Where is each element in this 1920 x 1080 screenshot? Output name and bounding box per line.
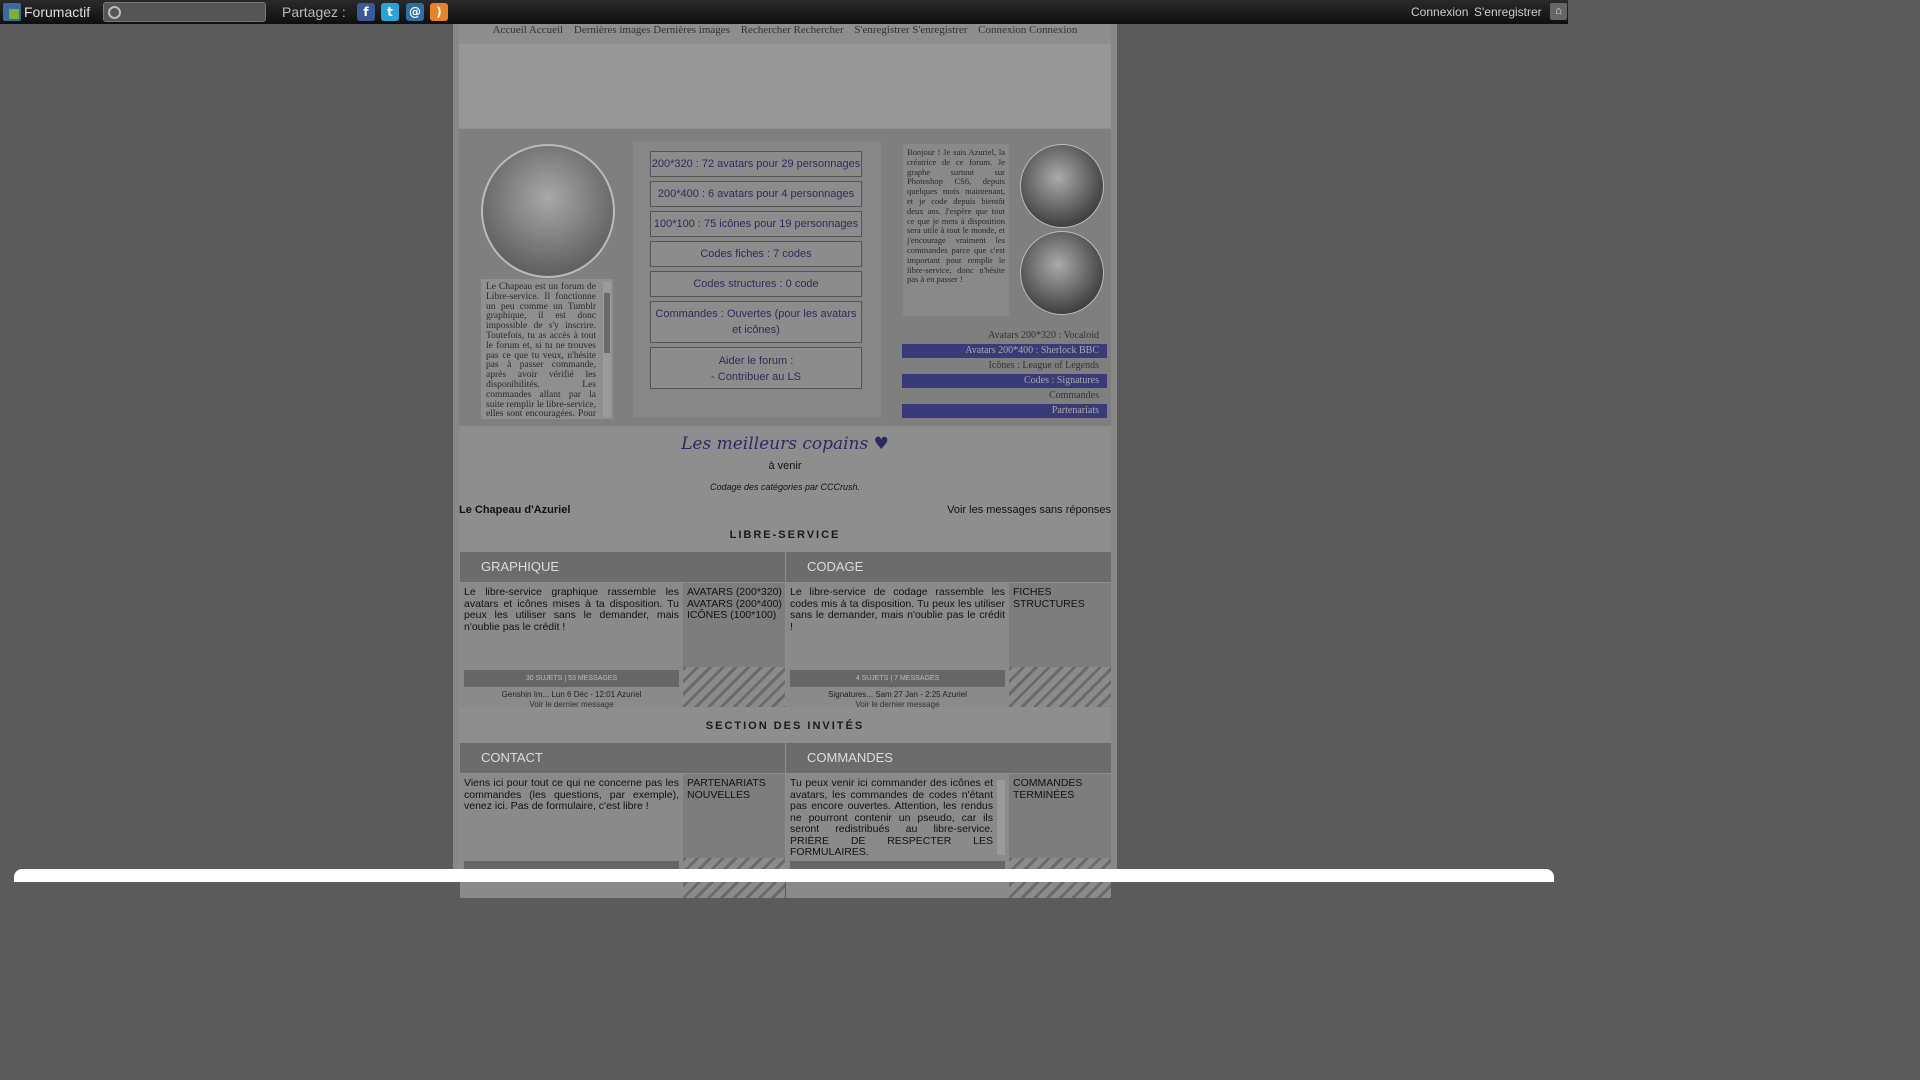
forum-title-link[interactable]: Le Chapeau d'Azuriel (459, 504, 570, 516)
forum-inner: Accueil Accueil Dernières images Dernièr… (459, 24, 1111, 898)
best-friends-coming: à venir (768, 460, 802, 472)
category-codage: CODAGE Le libre-service de codage rassem… (786, 552, 1111, 709)
catlink-commandes[interactable]: Commandes (902, 389, 1107, 403)
catlink-sherlock[interactable]: Avatars 200*400 : Sherlock BBC (902, 344, 1107, 358)
subforum-link[interactable]: TERMINÉES (1009, 789, 1111, 802)
forumactif-toolbar: Forumactif Partagez : f t @ ) Connexion … (0, 0, 1568, 24)
unanswered-link[interactable]: Voir les messages sans réponses (947, 504, 1111, 516)
stats-panel: 200*320 : 72 avatars pour 29 personnages… (633, 141, 881, 417)
avatar-sherlock (1020, 231, 1104, 315)
last-post-link[interactable]: Voir le dernier message (460, 700, 683, 709)
catlink-signatures[interactable]: Codes : Signatures (902, 374, 1107, 388)
avatar-vocaloid (1020, 144, 1104, 228)
subforum-list: AVATARS (200*320) AVATARS (200*400) ICÔN… (683, 583, 785, 707)
forumactif-brand[interactable]: Forumactif (24, 4, 90, 20)
subforum-link[interactable]: COMMANDES (1009, 777, 1111, 790)
section-title-invites: SECTION DES INVITÉS (705, 720, 865, 732)
subforum-link[interactable]: NOUVELLES (683, 789, 785, 802)
section-title-libre-service: LIBRE-SERVICE (729, 529, 841, 541)
intro-scrollbar[interactable] (603, 281, 611, 417)
description-text: Le libre-service graphique rassemble les… (464, 586, 679, 633)
category-description: Le libre-service graphique rassemble les… (460, 583, 683, 707)
admin-welcome-box: Bonjour ! Je suis Azuriel, la créatrice … (903, 144, 1009, 316)
subforum-link[interactable]: AVATARS (200*320) (683, 586, 785, 599)
category-stats: 4 SUJETS | 7 MESSAGES (790, 670, 1005, 687)
subforum-link[interactable]: ICÔNES (100*100) (683, 609, 785, 622)
nav-latest-images[interactable]: Dernières images Dernières images (574, 24, 730, 36)
nav-register[interactable]: S'enregistrer S'enregistrer (854, 24, 967, 36)
best-friends-title: Les meilleurs copains ♥ (681, 434, 889, 454)
last-post-info[interactable]: Genshin Im... Lun 6 Déc - 12:01 Azuriel (460, 690, 683, 699)
forumactif-logo-icon[interactable] (3, 3, 21, 21)
pill-avatars-200x400[interactable]: 200*400 : 6 avatars pour 4 personnages (650, 181, 862, 207)
description-text: Tu peux venir ici commander des icônes e… (790, 777, 993, 858)
category-graphique: GRAPHIQUE Le libre-service graphique ras… (460, 552, 785, 709)
intro-text: Le Chapeau est un forum de Libre-service… (486, 282, 596, 419)
pill-help-forum[interactable]: Aider le forum : - Contribuer au LS (650, 347, 862, 389)
header-zone: Le Chapeau est un forum de Libre-service… (459, 129, 1111, 426)
last-post-info[interactable]: Signatures... Sam 27 Jan - 2:25 Azuriel (786, 690, 1009, 699)
pill-icons-100x100[interactable]: 100*100 : 75 icônes pour 19 personnages (650, 211, 862, 237)
forum-logo-avatar (481, 144, 615, 278)
bottom-overlay-bar (14, 869, 1554, 882)
intro-box: Le Chapeau est un forum de Libre-service… (481, 279, 613, 419)
toolbar-search[interactable] (103, 2, 266, 22)
category-links: Avatars 200*320 : Vocaloid Avatars 200*4… (902, 329, 1107, 419)
category-description: Le libre-service de codage rassemble les… (786, 583, 1009, 707)
pill-codes-fiches[interactable]: Codes fiches : 7 codes (650, 241, 862, 267)
home-icon[interactable]: ⌂ (1550, 3, 1567, 20)
category-header[interactable]: GRAPHIQUE (460, 552, 785, 582)
login-link[interactable]: Connexion (1411, 5, 1468, 19)
subforum-list: FICHES STRUCTURES (1009, 583, 1111, 707)
subforum-link[interactable]: PARTENARIATS (683, 777, 785, 790)
category-decoration (683, 667, 785, 707)
category-header[interactable]: CONTACT (460, 743, 785, 773)
last-post-link[interactable]: Voir le dernier message (786, 700, 1009, 709)
admin-welcome-text: Bonjour ! Je suis Azuriel, la créatrice … (907, 147, 1005, 285)
email-icon[interactable]: @ (406, 3, 424, 21)
nav-search[interactable]: Rechercher Rechercher (741, 24, 844, 36)
facebook-icon[interactable]: f (357, 3, 375, 21)
category-header[interactable]: CODAGE (786, 552, 1111, 582)
twitter-icon[interactable]: t (381, 3, 399, 21)
subforum-link[interactable]: STRUCTURES (1009, 598, 1111, 611)
register-link[interactable]: S'enregistrer (1474, 5, 1542, 19)
pill-avatars-200x320[interactable]: 200*320 : 72 avatars pour 29 personnages (650, 151, 862, 177)
forum-wrapper: Accueil Accueil Dernières images Dernièr… (453, 24, 1117, 898)
share-label: Partagez : (282, 4, 346, 20)
pill-commandes[interactable]: Commandes : Ouvertes (pour les avatars e… (650, 301, 862, 343)
nav-login[interactable]: Connexion Connexion (978, 24, 1077, 36)
subforum-link[interactable]: FICHES (1009, 586, 1111, 599)
rss-icon[interactable]: ) (430, 3, 448, 21)
forum-banner (459, 44, 1111, 128)
catlink-vocaloid[interactable]: Avatars 200*320 : Vocaloid (902, 329, 1107, 343)
description-text: Le libre-service de codage rassemble les… (790, 586, 1005, 633)
main-navigation: Accueil Accueil Dernières images Dernièr… (459, 24, 1111, 42)
search-icon (108, 6, 121, 19)
pill-codes-structures[interactable]: Codes structures : 0 code (650, 271, 862, 297)
category-stats: 30 SUJETS | 53 MESSAGES (464, 670, 679, 687)
category-credit: Codage des catégories par CCCrush. (709, 482, 861, 492)
catlink-league[interactable]: Icônes : League of Legends (902, 359, 1107, 373)
catlink-partenariats[interactable]: Partenariats (902, 404, 1107, 418)
description-scrollbar[interactable] (997, 780, 1005, 855)
category-decoration (1009, 667, 1111, 707)
nav-home[interactable]: Accueil Accueil (493, 24, 564, 36)
description-text: Viens ici pour tout ce qui ne concerne p… (464, 777, 679, 812)
category-header[interactable]: COMMANDES (786, 743, 1111, 773)
search-input[interactable] (124, 4, 266, 22)
